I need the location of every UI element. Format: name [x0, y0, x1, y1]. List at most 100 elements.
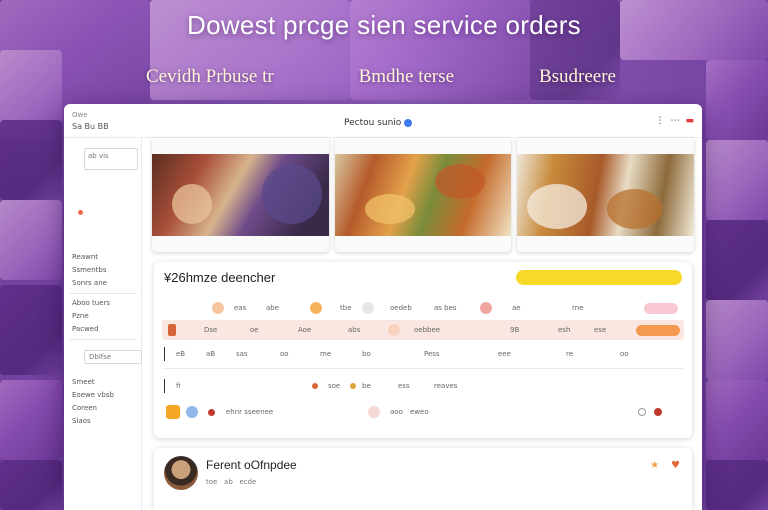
- window-controls: ⋮ ⋯ ▬: [655, 116, 694, 126]
- table-cell: Aoe: [298, 326, 312, 334]
- sidebar-item[interactable]: Coreen: [70, 402, 137, 415]
- table-cell: ehnr sseenee: [226, 408, 274, 416]
- table-cell: abs: [348, 326, 361, 334]
- status-dot-icon: [312, 383, 318, 389]
- table-cell: aoo: [390, 408, 403, 416]
- app-window: Owe Sa Bu BB Pectou sunio ⋮ ⋯ ▬ ab vis R…: [64, 104, 702, 510]
- sidebar-item[interactable]: Ssmentbs: [70, 264, 137, 277]
- divider: [162, 368, 684, 369]
- settings-icon[interactable]: [638, 408, 646, 416]
- profile-meta-item: toe: [206, 478, 218, 486]
- table-cell: sas: [236, 350, 248, 358]
- sidebar-item[interactable]: Eoewe vbsb: [70, 389, 137, 402]
- image-card[interactable]: [517, 138, 695, 252]
- avatar[interactable]: [164, 456, 198, 490]
- table-cell: oedeb: [390, 304, 412, 312]
- profile-title: Ferent oOfnpdee: [206, 458, 297, 472]
- order-icon: [166, 405, 180, 419]
- sidebar-item[interactable]: Aboo tuers: [70, 297, 137, 310]
- subhead-part-1: Cevidh Prbuse tr: [146, 66, 274, 87]
- table-cell: oebbee: [414, 326, 441, 334]
- orders-panel: ¥26hmze deencher eas abe tbe oedeb as be…: [154, 262, 692, 438]
- table-row[interactable]: Dse oe Aoe abs oebbee 9B esh ese: [162, 320, 684, 340]
- image-card[interactable]: [152, 138, 329, 252]
- window-title-text: Pectou sunio: [344, 118, 402, 128]
- table-cell: eweo: [410, 408, 429, 416]
- table-cell: esh: [558, 326, 571, 334]
- app-name: Owe: [72, 110, 88, 119]
- star-icon[interactable]: ★: [650, 460, 659, 471]
- item-thumbnail-icon: [480, 302, 492, 314]
- sidebar-item[interactable]: Smeet: [70, 376, 137, 389]
- heart-icon[interactable]: ♥: [671, 460, 680, 471]
- image-card[interactable]: [334, 138, 512, 252]
- profile-actions: ★ ♥: [650, 460, 680, 471]
- sidebar-item[interactable]: Sonrs ane: [70, 277, 137, 294]
- more-horizontal-icon[interactable]: ⋯: [670, 116, 679, 126]
- subhead-part-3: Bsudreere: [538, 66, 616, 87]
- table-cell: as bes: [434, 304, 457, 312]
- status-pill[interactable]: [644, 302, 678, 314]
- image-strip: [152, 138, 695, 252]
- sidebar-list: Reawnt Ssmentbs Sonrs ane Aboo tuers Pzn…: [70, 251, 137, 340]
- table-cell: eas: [234, 304, 247, 312]
- sidebar-filter-box[interactable]: ab vis: [84, 148, 138, 170]
- titlebar: Owe Sa Bu BB Pectou sunio ⋮ ⋯ ▬: [64, 104, 702, 138]
- table-cell: abe: [266, 304, 280, 312]
- more-vertical-icon[interactable]: ⋮: [655, 116, 664, 126]
- table-cell: be: [362, 382, 371, 390]
- minimize-icon[interactable]: ▬: [685, 116, 694, 126]
- table-row[interactable]: eB aB sas oo me bo Pess eee re oo: [162, 344, 684, 364]
- status-dot-icon: [404, 119, 413, 127]
- sidebar-item[interactable]: Pacwed: [70, 323, 137, 340]
- table-cell: eB: [176, 350, 186, 358]
- item-thumbnail-icon: [310, 302, 322, 314]
- app-branding: Owe Sa Bu BB: [72, 110, 109, 132]
- table-cell: re: [566, 350, 574, 358]
- table-cell: oo: [280, 350, 289, 358]
- window-title: Pectou sunio: [344, 118, 413, 128]
- hero-headline: Dowest prcge sien service orders: [187, 10, 581, 40]
- status-pill[interactable]: [636, 324, 680, 336]
- status-dot-icon: [208, 408, 215, 416]
- table-cell: ae: [512, 304, 521, 312]
- item-thumbnail-icon: [362, 302, 374, 314]
- table-cell: 9B: [510, 326, 520, 334]
- table-cell: Pess: [424, 350, 440, 358]
- table-cell: rne: [572, 304, 584, 312]
- heart-icon[interactable]: [654, 408, 662, 416]
- item-thumbnail-icon: [368, 406, 380, 418]
- sidebar-list-secondary: Smeet Eoewe vbsb Coreen Siaos: [70, 376, 137, 428]
- item-thumbnail-icon: [388, 324, 400, 336]
- table-cell: aB: [206, 350, 216, 358]
- sidebar-item[interactable]: Reawnt: [70, 251, 137, 264]
- row-divider: [164, 347, 165, 361]
- table-row[interactable]: fi soe be ess reaves: [162, 376, 684, 396]
- notification-dot-icon: [78, 210, 83, 215]
- status-dot-icon: [350, 383, 356, 389]
- sidebar: ab vis Reawnt Ssmentbs Sonrs ane Aboo tu…: [64, 138, 142, 510]
- table-cell: fi: [176, 382, 181, 390]
- profile-panel: Ferent oOfnpdee toe ab ecde ★ ♥: [154, 448, 692, 510]
- table-cell: oe: [250, 326, 259, 334]
- orders-title: ¥26hmze deencher: [164, 270, 276, 285]
- sidebar-item[interactable]: Pzne: [70, 310, 137, 323]
- table-cell: ese: [594, 326, 607, 334]
- drop-icon: [186, 406, 198, 418]
- table-cell: bo: [362, 350, 371, 358]
- sidebar-item[interactable]: Siaos: [70, 415, 137, 428]
- subhead-part-2: Bmdhe terse: [358, 66, 455, 87]
- table-cell: oo: [620, 350, 629, 358]
- table-cell: soe: [328, 382, 341, 390]
- highlight-bar[interactable]: [516, 270, 682, 285]
- row-divider: [164, 379, 165, 393]
- food-platter-photo: [334, 154, 512, 236]
- table-row[interactable]: eas abe tbe oedeb as bes ae rne: [162, 298, 684, 318]
- table-cell: me: [320, 350, 332, 358]
- profile-meta-item: ecde: [239, 478, 257, 486]
- profile-meta: toe ab ecde: [206, 478, 256, 486]
- sidebar-button[interactable]: Dblfse: [84, 350, 142, 364]
- table-row[interactable]: ehnr sseenee aoo eweo: [162, 402, 684, 422]
- table-cell: eee: [498, 350, 511, 358]
- row-marker-icon: [168, 324, 176, 336]
